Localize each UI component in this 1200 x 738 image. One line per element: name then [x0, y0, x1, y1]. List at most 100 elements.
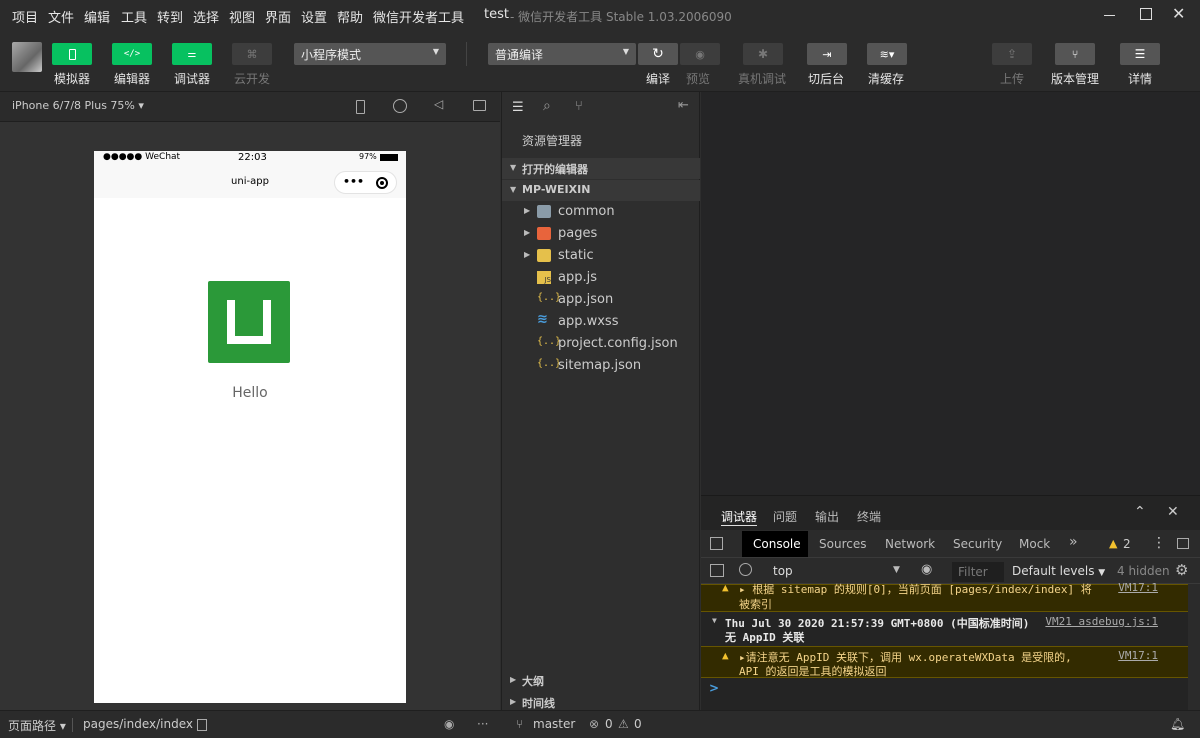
menu-help[interactable]: 帮助 — [337, 7, 363, 26]
menu-interface[interactable]: 界面 — [265, 7, 291, 26]
clear-console-icon[interactable] — [739, 563, 752, 576]
dock-icon[interactable] — [1177, 538, 1189, 549]
background-button[interactable]: ⇥ — [807, 43, 847, 65]
tab-terminal[interactable]: 终端 — [857, 508, 881, 525]
log-text-2: API 的返回是工具的模拟返回 — [739, 665, 887, 678]
compile-button[interactable]: ↻ — [638, 43, 678, 65]
console-scrollbar[interactable] — [1188, 584, 1200, 711]
explorer-icon[interactable]: ☰ — [512, 100, 524, 115]
tree-item-app-js[interactable]: JS app.js — [502, 267, 700, 289]
menu-select[interactable]: 选择 — [193, 7, 219, 26]
branch-name[interactable]: master — [533, 717, 575, 731]
log-source-link[interactable]: VM17:1 — [1118, 581, 1158, 594]
close-window-button[interactable]: ✕ — [1172, 4, 1185, 23]
open-editors-section[interactable]: ▼ 打开的编辑器 — [502, 158, 700, 179]
maximize-button[interactable] — [1140, 8, 1152, 20]
device-select[interactable]: iPhone 6/7/8 Plus 75% ▾ — [12, 99, 144, 112]
tab-debugger[interactable]: 调试器 — [721, 508, 757, 525]
kebab-menu-icon[interactable]: ⋮ — [1152, 535, 1166, 551]
console-prompt[interactable]: > — [709, 681, 719, 695]
tab-network[interactable]: Network — [885, 537, 935, 551]
close-icon[interactable]: ✕ — [1167, 504, 1179, 520]
phone-icon[interactable] — [356, 100, 365, 114]
mode-select[interactable]: 小程序模式 ▼ — [294, 43, 446, 65]
tab-sources[interactable]: Sources — [819, 537, 866, 551]
chevron-right-icon: ▶ — [524, 250, 531, 259]
gear-icon[interactable]: ⚙ — [1175, 561, 1188, 579]
tree-item-static[interactable]: ▶ static — [502, 245, 700, 267]
tree-item-project-config[interactable]: {..} project.config.json — [502, 333, 700, 355]
log-source-link[interactable]: VM17:1 — [1118, 649, 1158, 662]
more-icon[interactable]: ··· — [477, 717, 488, 731]
error-count[interactable]: 0 — [605, 717, 613, 731]
phone-screen[interactable]: ●●●●● WeChat 22:03 97% uni-app ••• Hello — [94, 151, 406, 703]
more-dots-icon[interactable]: ••• — [343, 175, 364, 188]
tab-mock[interactable]: Mock — [1019, 537, 1050, 551]
minimize-button[interactable] — [1104, 15, 1115, 16]
timeline-section[interactable]: ▶ 时间线 — [502, 692, 700, 710]
chevron-right-icon: ▶ — [524, 206, 531, 215]
menu-file[interactable]: 文件 — [48, 7, 74, 26]
compile-select[interactable]: 普通编译 ▼ — [488, 43, 636, 65]
warning-icon[interactable]: ▲ — [1109, 537, 1117, 550]
sound-icon[interactable]: ◁ — [434, 97, 443, 111]
battery-percent: 97% — [359, 152, 377, 161]
tab-security[interactable]: Security — [953, 537, 1002, 551]
levels-select[interactable]: Default levels ▼ — [1012, 564, 1105, 578]
menu-project[interactable]: 项目 — [12, 7, 38, 26]
menu-wechat-devtools[interactable]: 微信开发者工具 — [373, 7, 464, 26]
tree-item-app-wxss[interactable]: ≋ app.wxss — [502, 311, 700, 333]
git-branch-icon[interactable]: ⑂ — [575, 99, 583, 114]
tab-issues[interactable]: 问题 — [773, 508, 797, 525]
detach-icon[interactable] — [473, 100, 486, 111]
eye-icon[interactable]: ◉ — [921, 562, 932, 577]
project-section[interactable]: ▼ MP-WEIXIN — [502, 180, 700, 201]
filter-input[interactable]: Filter — [952, 562, 1004, 582]
menu-edit[interactable]: 编辑 — [84, 7, 110, 26]
menu-settings[interactable]: 设置 — [301, 7, 327, 26]
editor-button[interactable]: </> — [112, 43, 152, 65]
version-button[interactable]: ⑂ — [1055, 43, 1095, 65]
page-path-select[interactable]: 页面路径 ▾ — [8, 717, 66, 734]
menu-goto[interactable]: 转到 — [157, 7, 183, 26]
capsule-menu[interactable]: ••• — [334, 171, 397, 194]
simulator-button[interactable] — [52, 43, 92, 65]
compile-label: 编译 — [646, 72, 671, 86]
real-debug-button[interactable]: ✱ — [743, 43, 783, 65]
menu-tools[interactable]: 工具 — [121, 7, 147, 26]
chevron-down-icon: ▼ — [893, 565, 900, 575]
sidebar-toggle-icon[interactable] — [710, 564, 724, 577]
folder-icon — [537, 205, 551, 218]
branch-icon: ⑂ — [1071, 47, 1079, 61]
record-icon[interactable] — [393, 99, 407, 113]
eye-icon[interactable]: ◉ — [444, 717, 454, 731]
tree-item-app-json[interactable]: {..} app.json — [502, 289, 700, 311]
context-select[interactable]: top ▼ — [769, 562, 905, 580]
explorer-title: 资源管理器 — [522, 134, 583, 148]
details-button[interactable]: ☰ — [1120, 43, 1160, 65]
tab-output[interactable]: 输出 — [815, 508, 839, 525]
tree-item-common[interactable]: ▶ common — [502, 201, 700, 223]
copy-icon[interactable] — [197, 719, 207, 731]
bell-icon[interactable]: 🔔︎ — [1170, 717, 1185, 731]
upload-button[interactable]: ⇪ — [992, 43, 1032, 65]
inspect-icon[interactable] — [710, 537, 723, 550]
editor-area — [701, 92, 1200, 495]
menu-view[interactable]: 视图 — [229, 7, 255, 26]
preview-button[interactable]: ◉ — [680, 43, 720, 65]
close-mini-program-icon[interactable] — [376, 177, 388, 189]
chevron-up-icon[interactable]: ⌃ — [1134, 504, 1146, 520]
log-source-link[interactable]: VM21 asdebug.js:1 — [1045, 615, 1158, 628]
outline-section[interactable]: ▶ 大纲 — [502, 670, 700, 691]
more-tabs-icon[interactable]: » — [1069, 534, 1078, 550]
warning-count[interactable]: 0 — [634, 717, 642, 731]
collapse-panel-icon[interactable]: ⇤ — [678, 98, 689, 113]
search-icon[interactable]: ⌕ — [543, 98, 551, 114]
tree-item-sitemap[interactable]: {..} sitemap.json — [502, 355, 700, 377]
console-tab-active[interactable]: Console — [742, 531, 808, 557]
clear-cache-button[interactable]: ≋▾ — [867, 43, 907, 65]
avatar[interactable] — [12, 42, 42, 72]
tree-item-pages[interactable]: ▶ pages — [502, 223, 700, 245]
cloud-button[interactable]: ⌘ — [232, 43, 272, 65]
debugger-button[interactable]: ⚌ — [172, 43, 212, 65]
